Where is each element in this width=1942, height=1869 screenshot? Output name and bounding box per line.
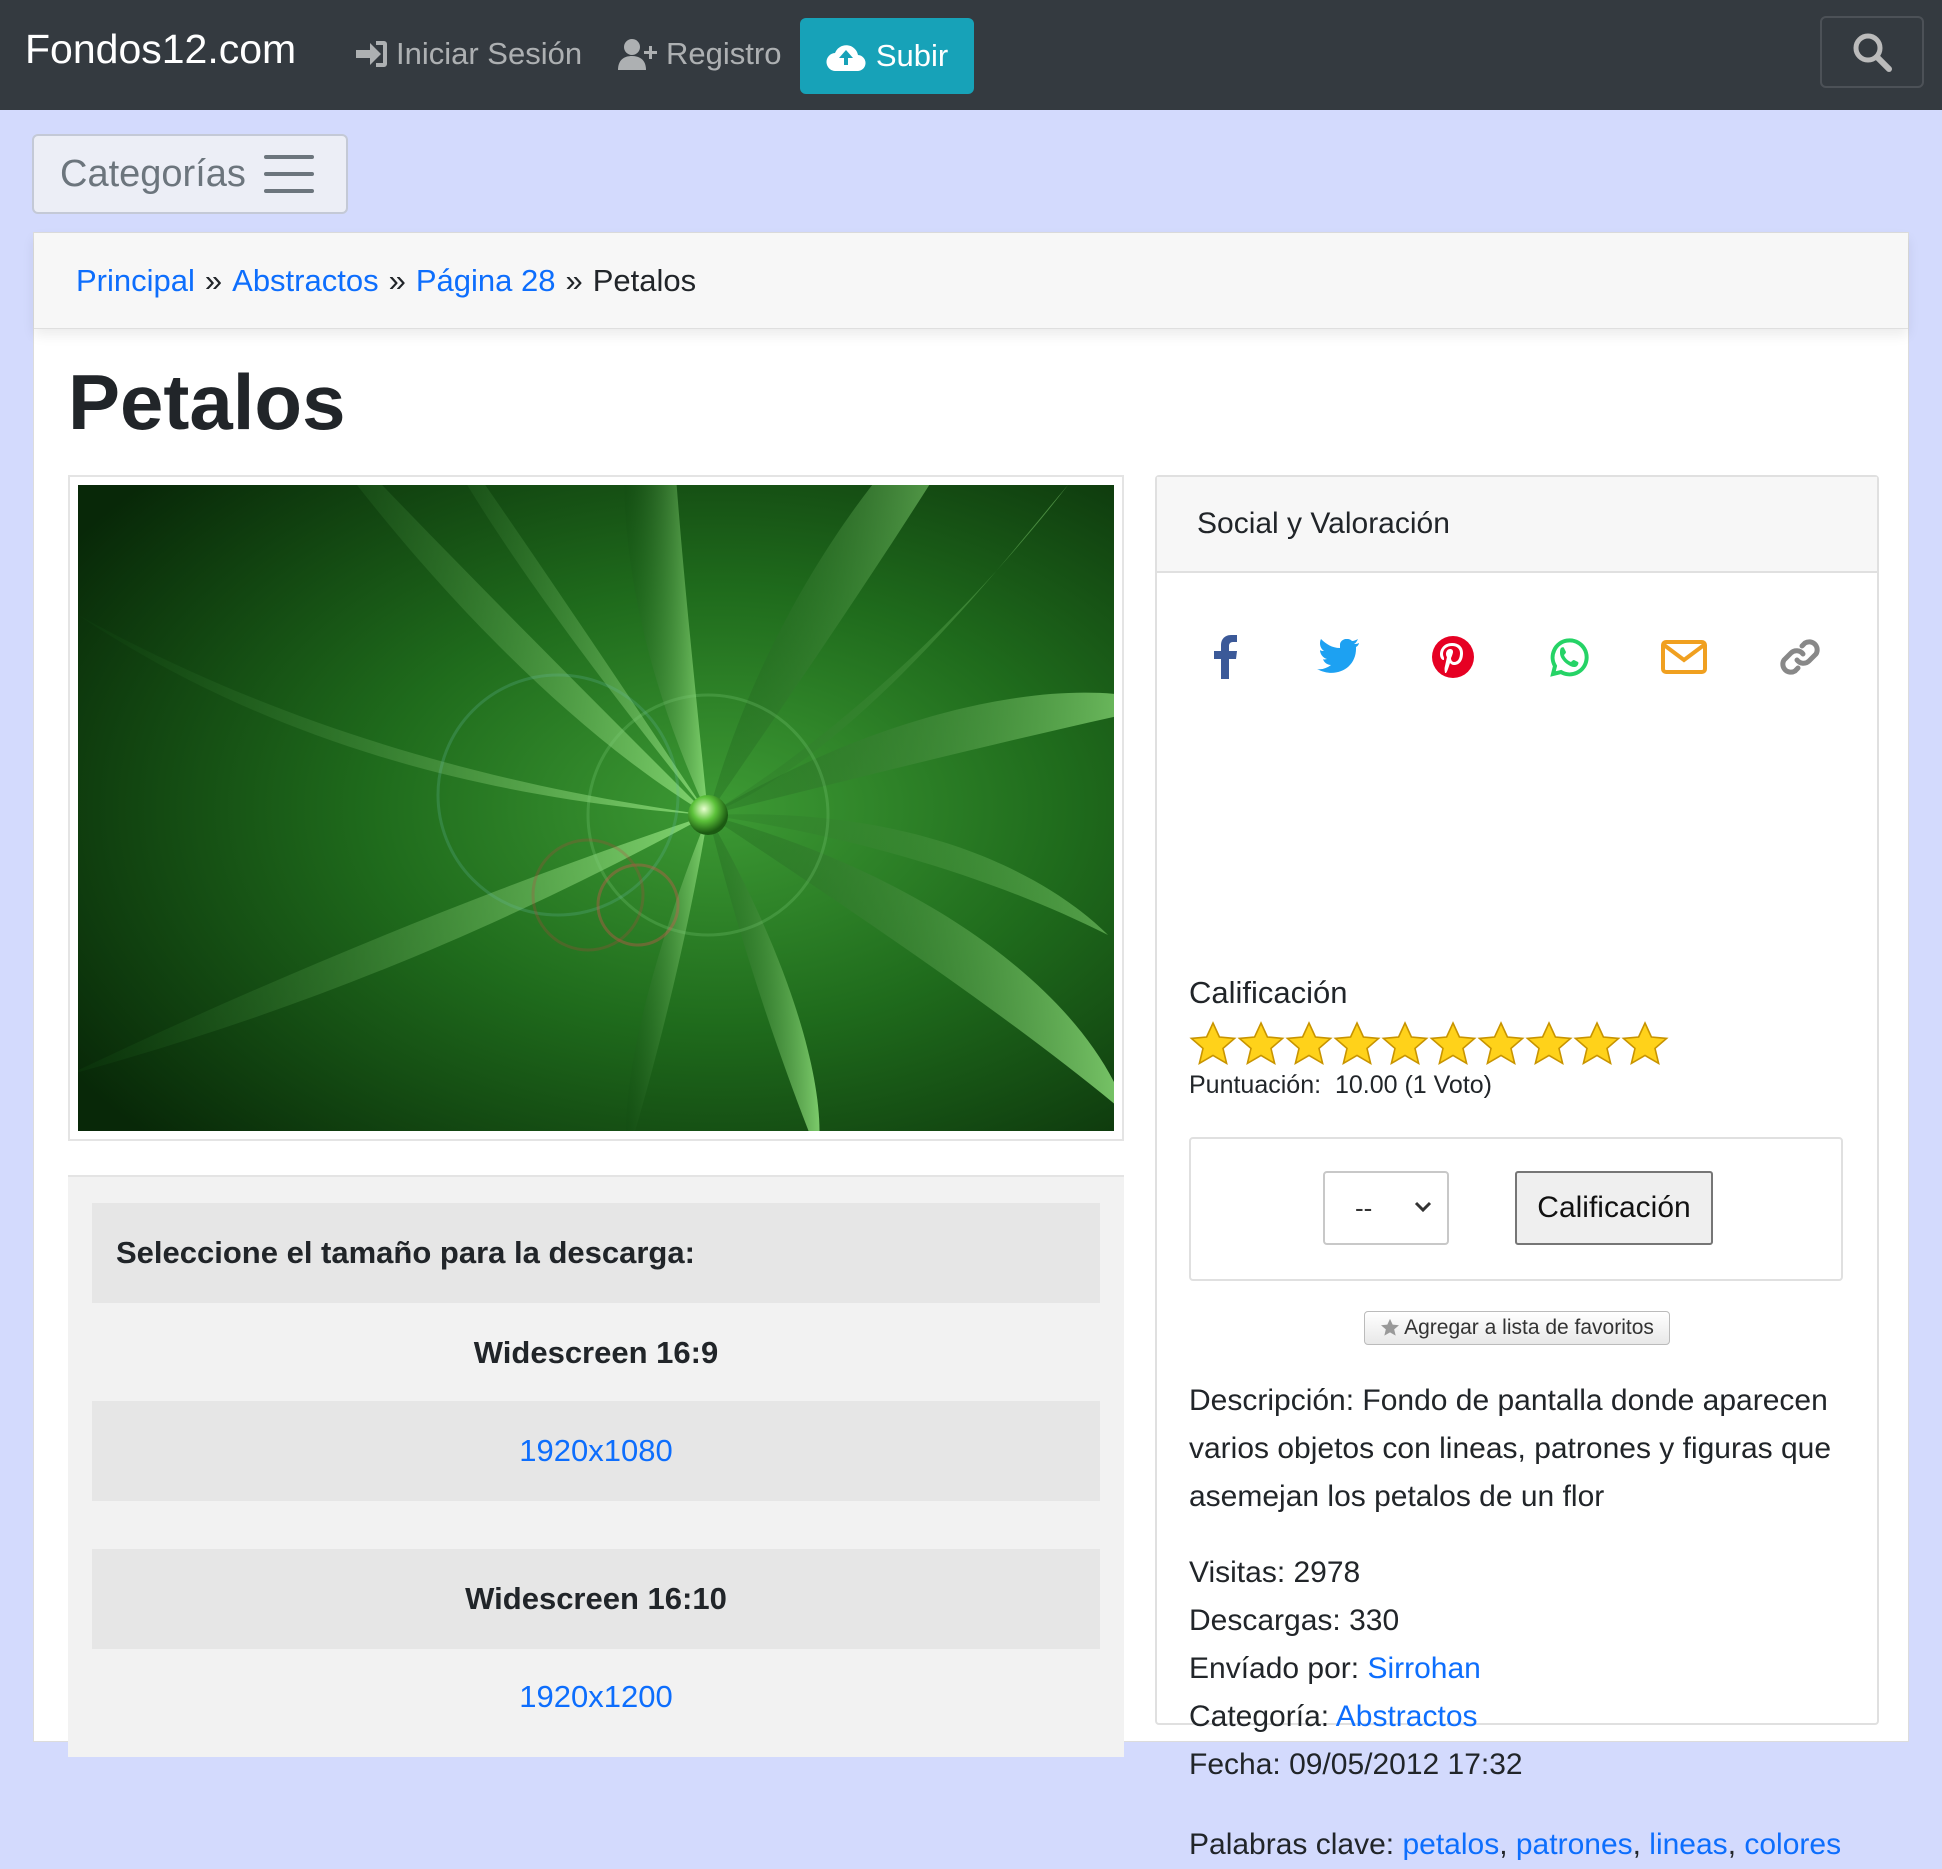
rating-star-icon[interactable] [1477,1021,1525,1067]
wallpaper-image [78,485,1114,1131]
rating-star-icon[interactable] [1285,1021,1333,1067]
page-title: Petalos [68,358,346,446]
cloud-upload-icon [826,45,866,71]
download-link-1920x1200[interactable]: 1920x1200 [519,1679,672,1715]
rating-select-value: -- [1355,1192,1373,1223]
sent-by-row: Envíado por: Sirrohan [1189,1645,1523,1693]
rating-star-icon[interactable] [1429,1021,1477,1067]
sent-by-label: Envíado por: [1189,1652,1360,1685]
rating-star-icon[interactable] [1381,1021,1429,1067]
wallpaper-meta: Visitas: 2978 Descargas: 330 Envíado por… [1189,1549,1523,1789]
category-link[interactable]: Abstractos [1336,1700,1478,1733]
email-icon [1661,640,1707,674]
breadcrumb-home[interactable]: Principal [76,263,195,299]
search-button[interactable] [1820,16,1924,88]
keyword-link[interactable]: petalos [1402,1828,1499,1861]
breadcrumb-page[interactable]: Página 28 [416,263,556,299]
register-link[interactable]: Registro [618,36,781,72]
rating-stars[interactable] [1189,1021,1669,1067]
add-favorites-button[interactable]: Agregar a lista de favoritos [1364,1311,1670,1345]
hamburger-icon [263,155,314,193]
twitter-icon [1317,639,1359,673]
rating-star-icon[interactable] [1189,1021,1237,1067]
social-card-title: Social y Valoración [1157,477,1877,573]
keywords: Palabras clave: petalos, patrones, linea… [1189,1828,1842,1861]
rating-star-icon[interactable] [1333,1021,1381,1067]
breadcrumb-separator: » [388,262,406,298]
download-group-title: Widescreen 16:9 [473,1335,719,1370]
twitter-share[interactable] [1307,627,1367,687]
breadcrumb: Principal » Abstractos » Página 28 » Pet… [34,233,1908,329]
sign-in-icon [356,41,387,67]
facebook-share[interactable] [1195,627,1255,687]
download-size-row: 1920x1200 [92,1647,1100,1747]
top-navbar: Fondos12.com Iniciar Sesión Registro Sub… [0,0,1942,110]
score-value: 10.00 (1 Voto) [1334,1071,1493,1099]
breadcrumb-current: Petalos [592,262,697,298]
date-row: Fecha: 09/05/2012 17:32 [1189,1741,1523,1789]
date-label: Fecha: [1189,1748,1281,1781]
whatsapp-share[interactable] [1538,627,1598,687]
downloads-label: Descargas: [1189,1604,1341,1637]
download-link-1920x1080[interactable]: 1920x1080 [519,1433,672,1469]
visits-row: Visitas: 2978 [1189,1549,1523,1597]
login-label: Iniciar Sesión [396,36,583,71]
search-icon [1853,33,1892,72]
breadcrumb-separator: » [204,262,223,298]
visits-label: Visitas: [1189,1556,1286,1589]
download-group-title: Widescreen 16:10 [92,1549,1100,1649]
main-card: Principal » Abstractos » Página 28 » Pet… [33,232,1909,1861]
description: Descripción: Fondo de pantalla donde apa… [1189,1384,1832,1513]
keyword-link[interactable]: patrones [1516,1828,1633,1861]
categories-toggle[interactable]: Categorías [32,134,348,214]
score-text: Puntuación: 10.00 (1 Voto) [1189,1071,1492,1100]
rating-star-icon[interactable] [1621,1021,1669,1067]
category-row: Categoría: Abstractos [1189,1693,1523,1741]
wallpaper-preview[interactable] [68,475,1124,1141]
login-link[interactable]: Iniciar Sesión [354,36,582,72]
date-value: 09/05/2012 17:32 [1289,1748,1523,1781]
add-favorites-label: Agregar a lista de favoritos [1404,1316,1654,1339]
rate-button[interactable]: Calificación [1515,1171,1713,1245]
download-header: Seleccione el tamaño para la descarga: [92,1203,1100,1303]
star-icon [1381,1318,1400,1336]
chevron-down-icon [1414,1201,1432,1213]
keywords-label: Palabras clave: [1189,1828,1395,1861]
downloads-row: Descargas: 330 [1189,1597,1523,1645]
vote-form: -- Calificación [1189,1137,1843,1281]
rating-label: Calificación [1189,975,1348,1010]
social-rating-card: Social y Valoración Calificación Puntuac… [1155,475,1879,1861]
email-share[interactable] [1654,627,1714,687]
author-link[interactable]: Sirrohan [1367,1652,1480,1685]
keyword-link[interactable]: colores [1744,1828,1841,1861]
whatsapp-icon [1550,638,1589,677]
facebook-icon [1214,635,1237,679]
link-icon [1780,639,1820,675]
downloads-count: 330 [1349,1604,1400,1637]
brand-logo[interactable]: Fondos12.com [25,26,296,73]
upload-button[interactable]: Subir [800,18,974,94]
rating-star-icon[interactable] [1237,1021,1285,1067]
breadcrumb-category[interactable]: Abstractos [232,263,378,299]
register-label: Registro [666,36,782,71]
categories-label: Categorías [60,152,246,195]
rating-star-icon[interactable] [1573,1021,1621,1067]
score-label: Puntuación: [1189,1071,1322,1099]
rating-star-icon[interactable] [1525,1021,1573,1067]
visits-count: 2978 [1293,1556,1361,1589]
download-size-row: 1920x1080 [92,1401,1100,1501]
upload-label: Subir [875,38,949,73]
rating-select[interactable]: -- [1323,1171,1449,1245]
copy-link-share[interactable] [1770,627,1830,687]
pinterest-share[interactable] [1423,627,1483,687]
download-panel: Seleccione el tamaño para la descarga: W… [68,1175,1124,1757]
keyword-link[interactable]: lineas [1649,1828,1727,1861]
user-plus-icon [618,39,657,70]
pinterest-icon [1432,636,1474,678]
breadcrumb-separator: » [565,262,583,298]
category-label: Categoría: [1189,1700,1330,1733]
